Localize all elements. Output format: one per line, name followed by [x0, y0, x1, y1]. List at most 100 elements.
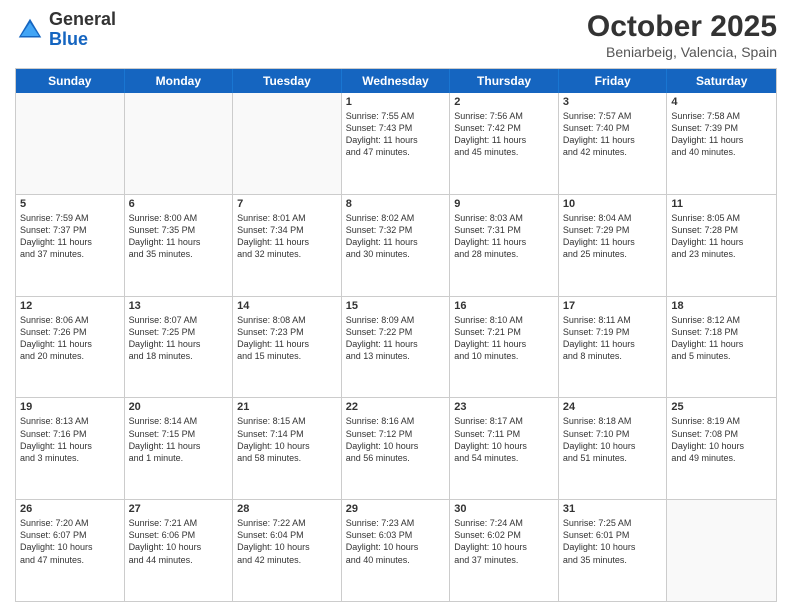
day-number: 24 [563, 401, 663, 413]
day-info: Sunrise: 7:59 AM Sunset: 7:37 PM Dayligh… [20, 212, 120, 261]
day-cell-11: 11Sunrise: 8:05 AM Sunset: 7:28 PM Dayli… [667, 195, 776, 296]
day-number: 20 [129, 401, 229, 413]
logo-general: General [49, 9, 116, 29]
day-cell-27: 27 Sunrise: 7:21 AM Sunset: 6:06 PM Dayli… [125, 500, 234, 601]
day-info: Sunrise: 8:19 AM Sunset: 7:08 PM Dayligh… [671, 415, 772, 464]
day-cell-19: 19 Sunrise: 8:13 AM Sunset: 7:16 PM Dayli… [16, 398, 125, 499]
day-number: 8 [346, 198, 446, 210]
day-cell-7: 7 Sunrise: 8:01 AM Sunset: 7:34 PM Daylig… [233, 195, 342, 296]
day-info: Sunrise: 8:18 AM Sunset: 7:10 PM Dayligh… [563, 415, 663, 464]
day-number: 7 [237, 198, 337, 210]
day-number: 26 [20, 503, 120, 515]
calendar-row-4: 19 Sunrise: 8:13 AM Sunset: 7:16 PM Dayli… [16, 398, 776, 500]
day-info: Sunrise: 7:25 AM Sunset: 6:01 PM Dayligh… [563, 517, 663, 566]
day-number: 17 [563, 300, 663, 312]
day-cell-25: 25 Sunrise: 8:19 AM Sunset: 7:08 PM Dayli… [667, 398, 776, 499]
day-info: Sunrise: 8:04 AM Sunset: 7:29 PM Dayligh… [563, 212, 663, 261]
day-number: 25 [671, 401, 772, 413]
day-cell-1: 1 Sunrise: 7:55 AM Sunset: 7:43 PM Daylig… [342, 93, 451, 194]
logo: General Blue [15, 10, 116, 50]
day-info: Sunrise: 7:22 AM Sunset: 6:04 PM Dayligh… [237, 517, 337, 566]
page-header: General Blue October 2025 Beniarbeig, Va… [15, 10, 777, 60]
calendar-row-1: 1 Sunrise: 7:55 AM Sunset: 7:43 PM Daylig… [16, 93, 776, 195]
day-number: 29 [346, 503, 446, 515]
day-cell-8: 8 Sunrise: 8:02 AM Sunset: 7:32 PM Daylig… [342, 195, 451, 296]
day-number: 30 [454, 503, 554, 515]
day-info: Sunrise: 7:58 AM Sunset: 7:39 PM Dayligh… [671, 110, 772, 159]
day-cell-18: 18 Sunrise: 8:12 AM Sunset: 7:18 PM Dayli… [667, 297, 776, 398]
logo-blue: Blue [49, 29, 88, 49]
day-info: Sunrise: 7:57 AM Sunset: 7:40 PM Dayligh… [563, 110, 663, 159]
logo-icon [15, 15, 45, 45]
day-cell-20: 20 Sunrise: 8:14 AM Sunset: 7:15 PM Dayli… [125, 398, 234, 499]
day-cell-24: 24 Sunrise: 8:18 AM Sunset: 7:10 PM Dayli… [559, 398, 668, 499]
header-day-tuesday: Tuesday [233, 69, 342, 93]
day-number: 22 [346, 401, 446, 413]
day-number: 3 [563, 96, 663, 108]
day-number: 23 [454, 401, 554, 413]
day-cell-4: 4 Sunrise: 7:58 AM Sunset: 7:39 PM Daylig… [667, 93, 776, 194]
day-info: Sunrise: 8:12 AM Sunset: 7:18 PM Dayligh… [671, 314, 772, 363]
day-number: 28 [237, 503, 337, 515]
day-info: Sunrise: 8:07 AM Sunset: 7:25 PM Dayligh… [129, 314, 229, 363]
day-number: 2 [454, 96, 554, 108]
calendar: SundayMondayTuesdayWednesdayThursdayFrid… [15, 68, 777, 602]
day-cell-17: 17 Sunrise: 8:11 AM Sunset: 7:19 PM Dayli… [559, 297, 668, 398]
header-day-saturday: Saturday [667, 69, 776, 93]
day-info: Sunrise: 7:21 AM Sunset: 6:06 PM Dayligh… [129, 517, 229, 566]
month-title: October 2025 [587, 10, 777, 44]
day-info: Sunrise: 8:15 AM Sunset: 7:14 PM Dayligh… [237, 415, 337, 464]
title-block: October 2025 Beniarbeig, Valencia, Spain [587, 10, 777, 60]
location-subtitle: Beniarbeig, Valencia, Spain [587, 44, 777, 60]
day-info: Sunrise: 8:03 AM Sunset: 7:31 PM Dayligh… [454, 212, 554, 261]
day-info: Sunrise: 8:08 AM Sunset: 7:23 PM Dayligh… [237, 314, 337, 363]
empty-cell [667, 500, 776, 601]
day-number: 4 [671, 96, 772, 108]
day-info: Sunrise: 8:11 AM Sunset: 7:19 PM Dayligh… [563, 314, 663, 363]
day-cell-29: 29 Sunrise: 7:23 AM Sunset: 6:03 PM Dayli… [342, 500, 451, 601]
day-cell-12: 12Sunrise: 8:06 AM Sunset: 7:26 PM Dayli… [16, 297, 125, 398]
day-number: 16 [454, 300, 554, 312]
day-info: Sunrise: 8:06 AM Sunset: 7:26 PM Dayligh… [20, 314, 120, 363]
day-cell-9: 9Sunrise: 8:03 AM Sunset: 7:31 PM Daylig… [450, 195, 559, 296]
day-number: 5 [20, 198, 120, 210]
day-info: Sunrise: 8:17 AM Sunset: 7:11 PM Dayligh… [454, 415, 554, 464]
day-number: 1 [346, 96, 446, 108]
header-day-monday: Monday [125, 69, 234, 93]
day-info: Sunrise: 8:09 AM Sunset: 7:22 PM Dayligh… [346, 314, 446, 363]
day-number: 27 [129, 503, 229, 515]
header-day-thursday: Thursday [450, 69, 559, 93]
header-day-sunday: Sunday [16, 69, 125, 93]
day-info: Sunrise: 8:13 AM Sunset: 7:16 PM Dayligh… [20, 415, 120, 464]
day-number: 6 [129, 198, 229, 210]
day-info: Sunrise: 8:01 AM Sunset: 7:34 PM Dayligh… [237, 212, 337, 261]
day-info: Sunrise: 8:02 AM Sunset: 7:32 PM Dayligh… [346, 212, 446, 261]
day-cell-14: 14 Sunrise: 8:08 AM Sunset: 7:23 PM Dayli… [233, 297, 342, 398]
header-day-wednesday: Wednesday [342, 69, 451, 93]
calendar-header: SundayMondayTuesdayWednesdayThursdayFrid… [16, 69, 776, 93]
day-number: 11 [671, 198, 772, 210]
calendar-body: 1 Sunrise: 7:55 AM Sunset: 7:43 PM Daylig… [16, 93, 776, 601]
day-info: Sunrise: 7:55 AM Sunset: 7:43 PM Dayligh… [346, 110, 446, 159]
day-number: 18 [671, 300, 772, 312]
day-cell-6: 6Sunrise: 8:00 AM Sunset: 7:35 PM Daylig… [125, 195, 234, 296]
day-number: 14 [237, 300, 337, 312]
day-number: 19 [20, 401, 120, 413]
calendar-row-5: 26 Sunrise: 7:20 AM Sunset: 6:07 PM Dayli… [16, 500, 776, 601]
day-cell-16: 16Sunrise: 8:10 AM Sunset: 7:21 PM Dayli… [450, 297, 559, 398]
day-info: Sunrise: 7:20 AM Sunset: 6:07 PM Dayligh… [20, 517, 120, 566]
day-cell-15: 15 Sunrise: 8:09 AM Sunset: 7:22 PM Dayli… [342, 297, 451, 398]
day-info: Sunrise: 7:56 AM Sunset: 7:42 PM Dayligh… [454, 110, 554, 159]
day-number: 13 [129, 300, 229, 312]
day-info: Sunrise: 8:14 AM Sunset: 7:15 PM Dayligh… [129, 415, 229, 464]
day-cell-26: 26 Sunrise: 7:20 AM Sunset: 6:07 PM Dayli… [16, 500, 125, 601]
header-day-friday: Friday [559, 69, 668, 93]
day-cell-10: 10Sunrise: 8:04 AM Sunset: 7:29 PM Dayli… [559, 195, 668, 296]
day-cell-22: 22Sunrise: 8:16 AM Sunset: 7:12 PM Dayli… [342, 398, 451, 499]
empty-cell [125, 93, 234, 194]
day-number: 31 [563, 503, 663, 515]
day-number: 15 [346, 300, 446, 312]
day-info: Sunrise: 7:23 AM Sunset: 6:03 PM Dayligh… [346, 517, 446, 566]
day-cell-5: 5 Sunrise: 7:59 AM Sunset: 7:37 PM Daylig… [16, 195, 125, 296]
day-info: Sunrise: 7:24 AM Sunset: 6:02 PM Dayligh… [454, 517, 554, 566]
